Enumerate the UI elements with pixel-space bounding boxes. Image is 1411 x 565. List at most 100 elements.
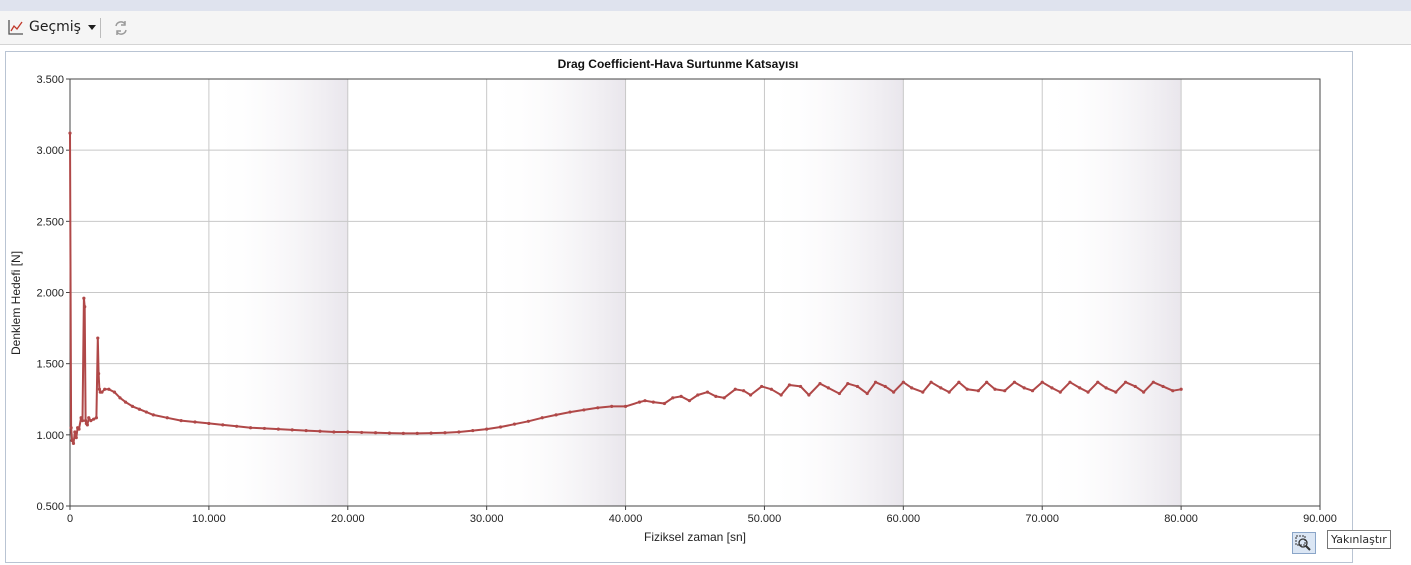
- data-point: [85, 423, 89, 427]
- data-point: [193, 420, 197, 424]
- data-point: [582, 408, 586, 412]
- data-point: [679, 394, 683, 399]
- data-point: [651, 400, 655, 404]
- data-point: [94, 416, 98, 420]
- data-point: [1040, 380, 1044, 384]
- x-tick-label: 90.000: [1303, 513, 1337, 525]
- data-point: [97, 387, 102, 391]
- data-point: [471, 428, 475, 433]
- y-tick-label: 0.500: [36, 501, 64, 513]
- data-point: [498, 425, 503, 429]
- data-point: [1058, 390, 1062, 394]
- data-point: [373, 431, 378, 435]
- data-point: [112, 390, 117, 394]
- data-point: [70, 438, 74, 443]
- data-point: [1171, 389, 1175, 393]
- data-point: [733, 387, 737, 391]
- data-point: [1114, 390, 1118, 394]
- data-point: [1142, 390, 1146, 394]
- data-point: [910, 386, 914, 390]
- data-point: [429, 431, 433, 435]
- data-point: [818, 381, 822, 386]
- data-point: [883, 384, 887, 389]
- data-point: [1022, 386, 1026, 390]
- data-point: [779, 393, 783, 397]
- data-point: [89, 419, 93, 423]
- x-tick-label: 40.000: [609, 513, 643, 525]
- data-point: [901, 380, 905, 384]
- data-point: [130, 404, 135, 408]
- data-point: [1096, 380, 1100, 384]
- data-point: [610, 404, 614, 408]
- x-tick-label: 10.000: [192, 513, 226, 525]
- data-point: [921, 390, 925, 394]
- data-point: [1161, 384, 1165, 389]
- data-point: [1003, 389, 1007, 393]
- data-point: [82, 296, 86, 300]
- data-point: [596, 406, 600, 410]
- data-point: [415, 431, 419, 436]
- data-point: [207, 421, 211, 426]
- data-point: [290, 428, 294, 432]
- y-tick-label: 1.500: [36, 359, 64, 371]
- data-point: [976, 389, 980, 393]
- data-point: [568, 410, 572, 414]
- zoom-icon: [1295, 535, 1311, 551]
- data-point: [97, 372, 101, 376]
- data-point: [1050, 386, 1054, 390]
- data-point: [939, 386, 943, 390]
- data-point: [1012, 380, 1017, 384]
- y-tick-label: 1.000: [36, 430, 64, 442]
- data-point: [807, 393, 811, 397]
- data-point: [855, 384, 860, 389]
- data-point: [68, 131, 72, 135]
- data-point: [769, 387, 773, 391]
- y-tick-label: 3.500: [36, 74, 64, 86]
- data-point: [722, 396, 726, 400]
- data-point: [151, 413, 155, 417]
- data-point: [1078, 386, 1082, 390]
- data-point: [318, 429, 322, 433]
- data-point: [1133, 384, 1137, 389]
- data-point: [96, 336, 100, 340]
- data-point: [74, 436, 78, 440]
- data-point: [92, 417, 96, 421]
- data-point: [304, 428, 308, 433]
- zoom-tooltip: Yakınlaştır: [1327, 530, 1391, 549]
- data-point: [1068, 380, 1072, 384]
- zoom-button[interactable]: [1292, 532, 1316, 554]
- data-point: [837, 391, 842, 396]
- x-tick-label: 0: [67, 513, 73, 525]
- data-point: [100, 390, 104, 394]
- data-point: [221, 423, 225, 427]
- data-point: [643, 399, 647, 403]
- data-point: [165, 416, 169, 420]
- data-point: [892, 390, 896, 394]
- x-axis-label: Fiziksel zaman [sn]: [644, 530, 746, 544]
- y-tick-label: 3.000: [36, 145, 64, 157]
- data-point: [103, 387, 107, 391]
- y-tick-label: 2.000: [36, 288, 64, 300]
- data-point: [671, 396, 675, 400]
- data-point: [1151, 380, 1155, 384]
- data-point: [637, 400, 642, 404]
- data-point: [346, 430, 350, 434]
- data-point: [360, 430, 364, 435]
- x-tick-label: 50.000: [748, 513, 782, 525]
- data-point: [957, 380, 961, 384]
- data-point: [1104, 386, 1108, 390]
- chart: Drag Coefficient-Hava Surtunme Katsayısı…: [9, 57, 1337, 544]
- data-point: [1030, 389, 1035, 393]
- data-point: [748, 393, 753, 397]
- y-tick-label: 2.500: [36, 216, 64, 228]
- data-point: [826, 386, 830, 390]
- x-tick-label: 20.000: [331, 513, 365, 525]
- data-point: [540, 416, 544, 420]
- data-point: [457, 430, 461, 434]
- data-point: [77, 427, 81, 431]
- data-point: [123, 400, 128, 404]
- data-point: [87, 416, 91, 420]
- data-point: [248, 426, 253, 430]
- y-axis-label: Denklem Hedefi [N]: [9, 251, 23, 355]
- x-tick-label: 60.000: [887, 513, 921, 525]
